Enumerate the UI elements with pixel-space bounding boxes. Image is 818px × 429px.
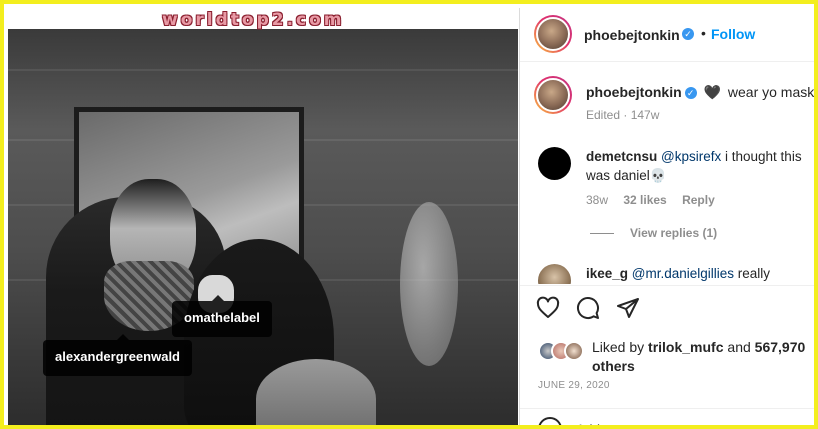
shoulder (256, 359, 376, 425)
black-heart-emoji-icon: 🖤 (703, 84, 721, 100)
author-username[interactable]: phoebejtonkin (584, 27, 680, 43)
section-divider (520, 285, 814, 286)
reply-button[interactable]: Reply (682, 193, 715, 207)
add-comment-input[interactable] (576, 422, 776, 425)
caption-username[interactable]: phoebejtonkin (586, 84, 682, 100)
commenter-avatar[interactable] (538, 147, 571, 180)
watermark-logo: worldtop2.com (162, 10, 345, 30)
commenter-avatar[interactable] (538, 264, 571, 284)
verified-badge-icon: ✓ (682, 28, 694, 40)
comment-bubble-icon (577, 297, 599, 319)
replies-dash (590, 233, 614, 235)
paper-plane-icon (617, 298, 639, 318)
skull-emoji-icon: 💀 (649, 168, 667, 183)
add-comment-bar (520, 408, 814, 425)
separator-dot: • (701, 25, 706, 41)
screenshot-frame: worldtop2.com omathelabel alexandergreen… (0, 0, 818, 429)
comment-mention[interactable]: @kpsirefx (661, 149, 721, 164)
post-header: phoebejtonkin ✓ • Follow (520, 8, 814, 62)
heart-outline-icon (536, 296, 560, 318)
share-button[interactable] (616, 296, 644, 324)
likes-suffix[interactable]: others (592, 358, 635, 374)
caption-line: phoebejtonkin ✓ 🖤 wear yo masks! (586, 84, 818, 101)
likes-middle: and (723, 339, 755, 355)
caption-author-avatar[interactable] (534, 76, 572, 114)
comment-age: 38w (586, 193, 609, 207)
view-replies-button[interactable]: View replies (1) (590, 226, 717, 240)
post-date: JUNE 29, 2020 (538, 380, 610, 391)
view-replies-label: View replies (1) (630, 226, 718, 240)
post-caption: phoebejtonkin ✓ 🖤 wear yo masks! Edited ·… (520, 70, 818, 130)
like-button[interactable] (536, 296, 564, 324)
caption-meta: Edited · 147w (586, 108, 660, 122)
user-tag-omathelabel[interactable]: omathelabel (172, 295, 272, 337)
comment-likes[interactable]: 32 likes (623, 193, 666, 207)
user-tag-alexandergreenwald[interactable]: alexandergreenwald (43, 334, 192, 376)
wall-lamp (400, 202, 458, 366)
comment-meta: 38w 32 likes Reply (586, 193, 727, 207)
commenter-username[interactable]: demetcnsu (586, 149, 657, 164)
comment-text: ikee_g @mr.danielgillies really (586, 266, 770, 281)
liker-avatar (564, 341, 584, 361)
follow-button[interactable]: Follow (711, 26, 755, 42)
author-avatar[interactable] (534, 15, 572, 53)
likes-count[interactable]: 567,970 (755, 339, 806, 355)
comment-button[interactable] (576, 296, 604, 324)
liker-username[interactable]: trilok_mufc (648, 339, 723, 355)
caption-text: wear yo masks! (727, 84, 818, 100)
comment-item: ikee_g @mr.danielgillies really (520, 260, 814, 284)
verified-badge-icon: ✓ (684, 87, 697, 100)
comment-body: really (734, 266, 771, 281)
post-side-panel: phoebejtonkin ✓ • Follow phoebejtonkin ✓ … (519, 8, 818, 425)
likes-text: Liked by trilok_mufc and 567,970 others (592, 338, 814, 376)
comment-mention[interactable]: @mr.danielgillies (632, 266, 734, 281)
emoji-smiley-icon[interactable] (538, 417, 562, 425)
commenter-username[interactable]: ikee_g (586, 266, 628, 281)
comment-text: demetcnsu @kpsirefx i thought this was d… (586, 147, 811, 185)
likes-prefix: Liked by (592, 339, 649, 355)
